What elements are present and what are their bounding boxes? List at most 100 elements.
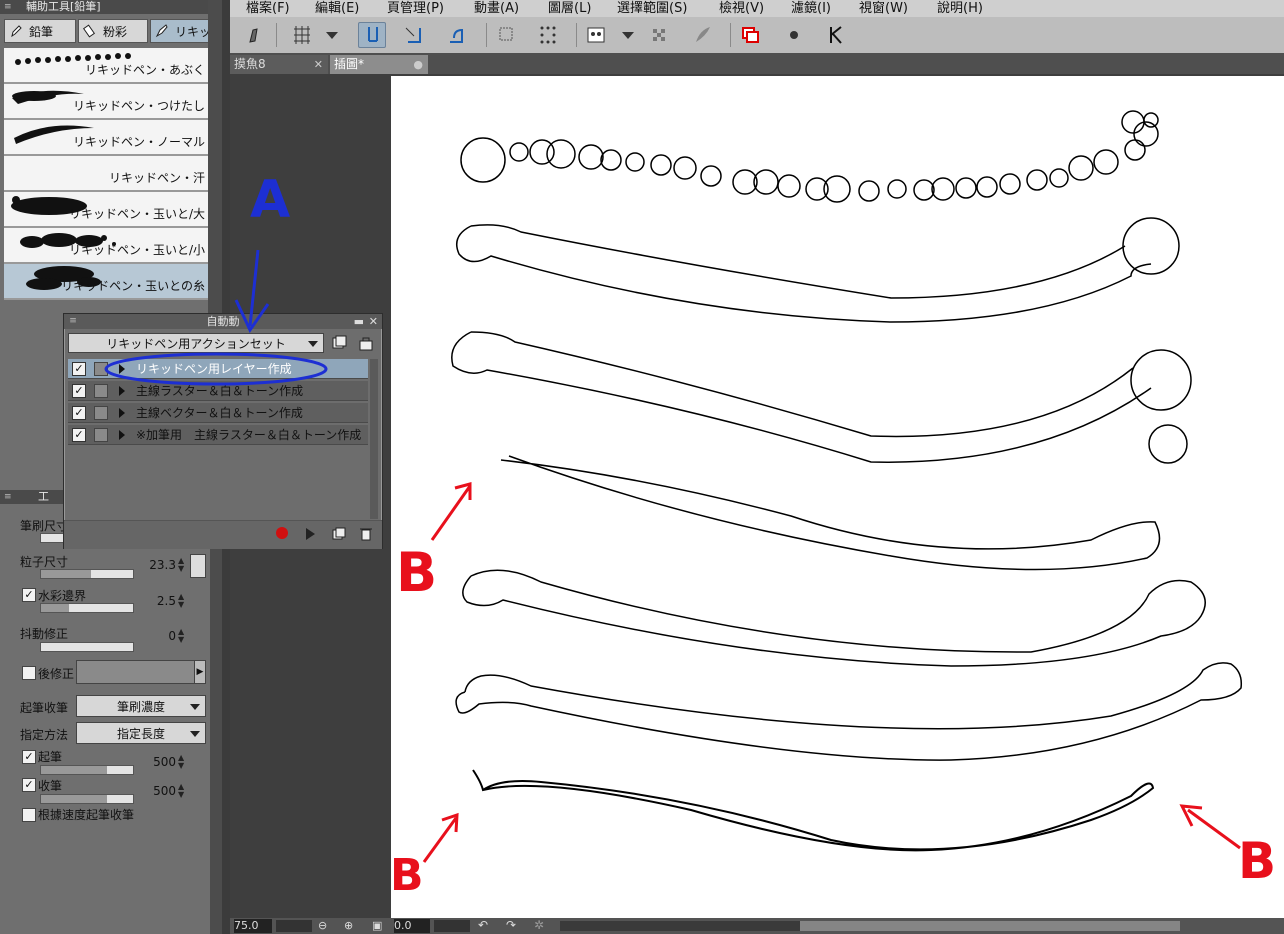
dot-icon[interactable] — [780, 22, 808, 48]
transparency-icon[interactable] — [646, 22, 674, 48]
grid-dropdown-icon[interactable] — [318, 22, 346, 48]
start-taper-checkbox[interactable]: ✓ — [22, 750, 36, 764]
panel-grip-icon[interactable]: ≡ — [68, 316, 78, 326]
end-taper-checkbox[interactable]: ✓ — [22, 778, 36, 792]
action-set-menu-icon[interactable] — [330, 335, 348, 351]
watercolor-edge-stepper[interactable]: ▲ ▼ — [178, 593, 187, 609]
watercolor-edge-slider[interactable] — [40, 603, 134, 613]
speed-taper-checkbox[interactable] — [22, 808, 36, 822]
action-row-2[interactable]: ✓ 主線ラスター＆白＆トーン作成 — [68, 381, 368, 401]
snap-special-ruler-icon[interactable] — [400, 22, 428, 48]
unsaved-dot-icon[interactable]: ● — [413, 55, 423, 74]
action-dialog-checkbox[interactable] — [94, 384, 108, 398]
grid-icon[interactable] — [288, 22, 316, 48]
panel-grip-icon[interactable]: ≡ — [4, 2, 14, 12]
action-enable-checkbox[interactable]: ✓ — [72, 406, 86, 420]
rotation-value[interactable]: 0.0 — [394, 919, 430, 933]
zoom-out-icon[interactable]: ⊖ — [318, 919, 327, 932]
horizontal-scrollbar-thumb[interactable] — [800, 921, 1180, 931]
feather-icon[interactable] — [688, 22, 716, 48]
close-icon[interactable]: ✕ — [314, 55, 323, 74]
dotted-selection-icon[interactable] — [534, 22, 562, 48]
pen-icon[interactable] — [240, 22, 268, 48]
end-taper-stepper[interactable]: ▲ ▼ — [178, 783, 187, 799]
expand-arrow-icon[interactable] — [119, 408, 125, 418]
stabilization-stepper[interactable]: ▲ ▼ — [178, 628, 187, 644]
tab-pastel[interactable]: 粉彩 — [78, 19, 148, 43]
panel-grip-icon[interactable]: ≡ — [4, 492, 14, 502]
stabilization-value[interactable]: 0 — [140, 629, 176, 643]
stabilization-slider[interactable] — [40, 642, 134, 652]
menu-help[interactable]: 說明(H) — [937, 0, 983, 17]
doc-tab-illustration[interactable]: 插圖* ● — [330, 55, 428, 74]
rotate-left-icon[interactable]: ↶ — [478, 918, 488, 932]
brush-item-tsuketashi[interactable]: リキッドペン・つけたし — [4, 84, 208, 120]
particle-settings-icon[interactable] — [190, 554, 206, 578]
end-taper-value[interactable]: 500 — [140, 784, 176, 798]
brush-item-tamaito-small[interactable]: リキッドペン・玉いと/小 — [4, 228, 208, 264]
rotate-right-icon[interactable]: ↷ — [506, 918, 516, 932]
action-row-1[interactable]: ✓ リキッドペン用レイヤー作成 — [68, 359, 368, 379]
action-lock-icon[interactable] — [357, 335, 375, 351]
selection-frame-icon[interactable] — [492, 22, 520, 48]
particle-size-value[interactable]: 23.3 — [140, 558, 176, 572]
taper-dropdown[interactable]: 筆刷濃度 — [76, 695, 206, 717]
color-layer-icon[interactable] — [736, 22, 764, 48]
menu-filter[interactable]: 濾鏡(I) — [791, 0, 831, 17]
particle-size-stepper[interactable]: ▲ ▼ — [178, 557, 187, 573]
record-icon[interactable] — [276, 527, 288, 539]
action-row-3[interactable]: ✓ 主線ベクター＆白＆トーン作成 — [68, 403, 368, 423]
play-icon[interactable] — [304, 527, 316, 541]
menu-selection[interactable]: 選擇範圍(S) — [617, 0, 687, 17]
trash-icon[interactable] — [359, 526, 373, 541]
start-taper-value[interactable]: 500 — [140, 755, 176, 769]
zoom-value[interactable]: 75.0 — [234, 919, 272, 933]
particle-size-slider[interactable] — [40, 569, 134, 579]
tone-icon[interactable] — [582, 22, 610, 48]
post-correction-graph[interactable] — [76, 660, 196, 684]
action-set-dropdown[interactable]: リキッドペン用アクションセット — [68, 333, 324, 353]
menu-page[interactable]: 頁管理(P) — [387, 0, 444, 17]
k-letter-icon[interactable] — [822, 22, 850, 48]
minimize-icon[interactable]: ▬ — [354, 314, 364, 329]
expand-arrow-icon[interactable] — [119, 364, 125, 374]
start-taper-stepper[interactable]: ▲ ▼ — [178, 754, 187, 770]
brush-item-ase[interactable]: リキッドペン・汗 — [4, 156, 208, 192]
action-dialog-checkbox[interactable] — [94, 428, 108, 442]
brush-item-tamaito-large[interactable]: リキッドペン・玉いと/大 — [4, 192, 208, 228]
expand-arrow-icon[interactable] — [119, 386, 125, 396]
start-taper-slider[interactable] — [40, 765, 134, 775]
end-taper-slider[interactable] — [40, 794, 134, 804]
action-list-scrollbar[interactable] — [370, 359, 378, 519]
post-correction-arrow-icon[interactable]: ▶ — [194, 660, 206, 684]
zoom-slider[interactable] — [276, 920, 312, 932]
action-dialog-checkbox[interactable] — [94, 406, 108, 420]
brush-item-normal[interactable]: リキッドペン・ノーマル — [4, 120, 208, 156]
action-dialog-checkbox[interactable] — [94, 362, 108, 376]
tab-pencil[interactable]: 鉛筆 — [4, 19, 76, 43]
snap-ruler-icon[interactable] — [358, 22, 386, 48]
menu-file[interactable]: 檔案(F) — [246, 0, 290, 17]
rotation-slider[interactable] — [434, 920, 470, 932]
snap-grid-icon[interactable] — [442, 22, 470, 48]
action-enable-checkbox[interactable]: ✓ — [72, 384, 86, 398]
fit-icon[interactable]: ▣ — [372, 919, 382, 932]
action-enable-checkbox[interactable]: ✓ — [72, 362, 86, 376]
brush-item-tamaito-thread[interactable]: リキッドペン・玉いとの糸 — [4, 264, 208, 300]
action-enable-checkbox[interactable]: ✓ — [72, 428, 86, 442]
close-icon[interactable]: ✕ — [369, 314, 378, 329]
reset-rotation-icon[interactable]: ✲ — [534, 918, 544, 932]
brush-item-abuku[interactable]: リキッドペン・あぶく — [4, 48, 208, 84]
method-dropdown[interactable]: 指定長度 — [76, 722, 206, 744]
zoom-in-icon[interactable]: ⊕ — [344, 919, 353, 932]
duplicate-icon[interactable] — [332, 527, 346, 541]
canvas-paper[interactable] — [391, 76, 1284, 918]
expand-arrow-icon[interactable] — [119, 430, 125, 440]
menu-view[interactable]: 檢視(V) — [719, 0, 764, 17]
post-correction-checkbox[interactable] — [22, 666, 36, 680]
doc-tab-moyu8[interactable]: 摸魚8 ✕ — [230, 55, 328, 74]
menu-animation[interactable]: 動畫(A) — [474, 0, 519, 17]
action-row-4[interactable]: ✓ ※加筆用 主線ラスター＆白＆トーン作成 — [68, 425, 368, 445]
menu-window[interactable]: 視窗(W) — [859, 0, 908, 17]
watercolor-edge-value[interactable]: 2.5 — [140, 594, 176, 608]
